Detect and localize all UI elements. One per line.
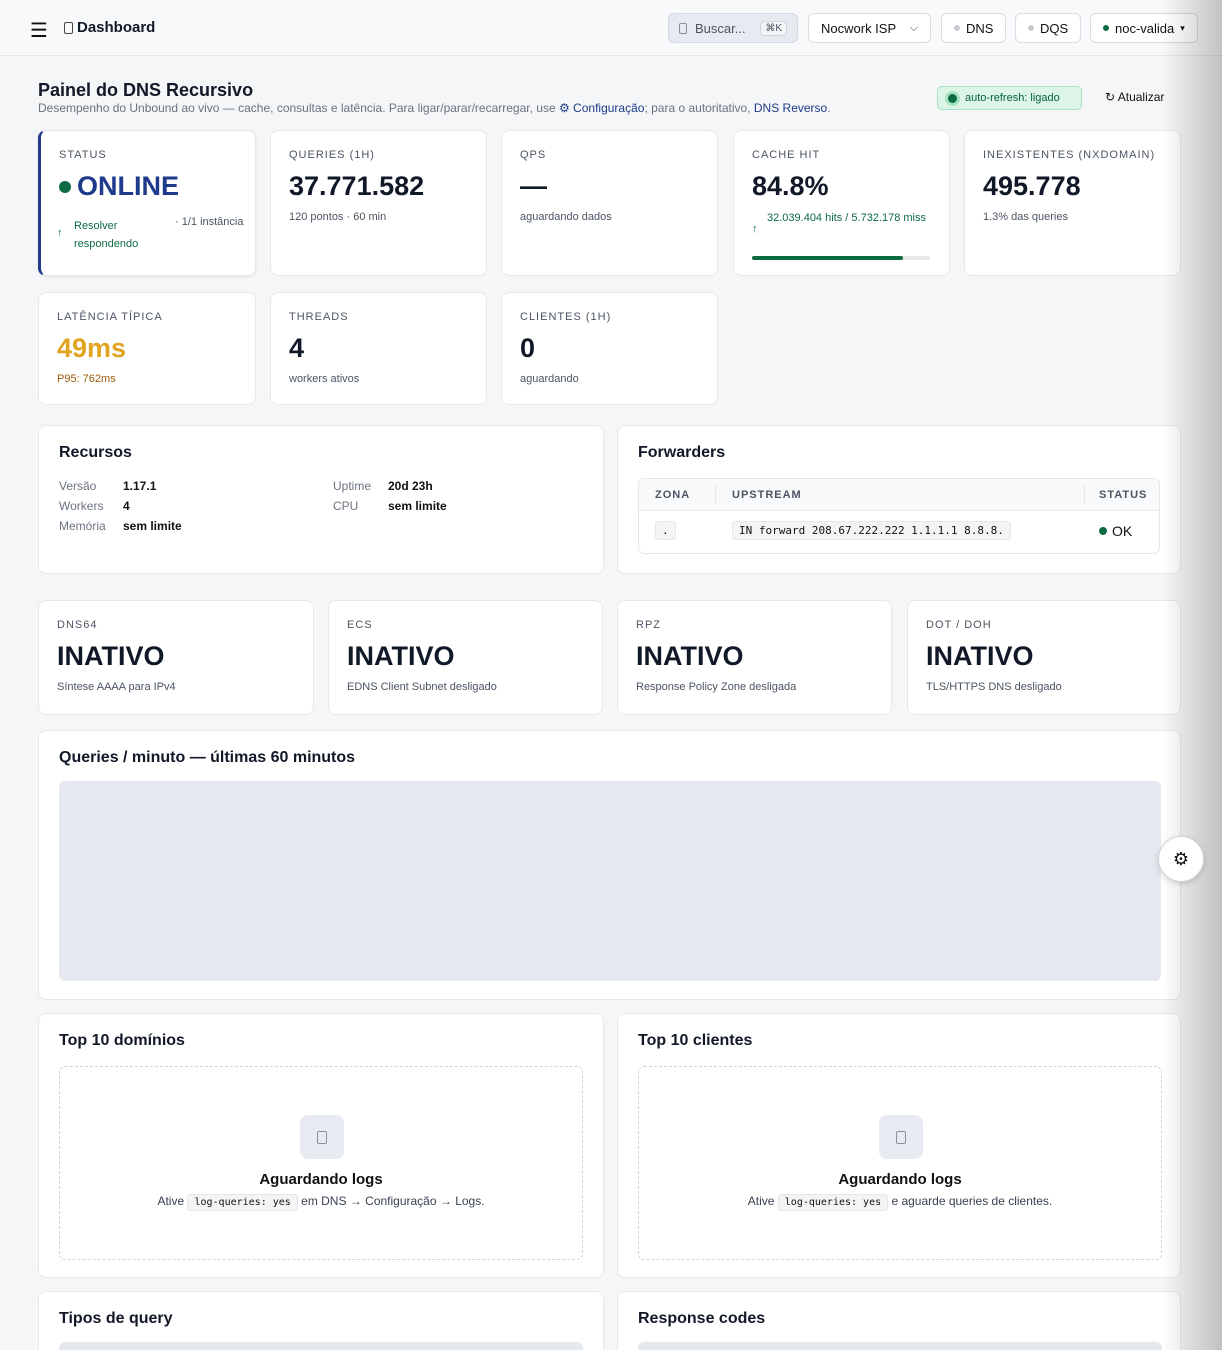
cache-hit-fill bbox=[752, 256, 903, 260]
ok-dot bbox=[1099, 527, 1107, 535]
page-subtitle: Desempenho do Unbound ao vivo — cache, c… bbox=[38, 101, 831, 115]
response-codes-card: Response codes bbox=[617, 1291, 1181, 1350]
cpu-row: CPU sem limite bbox=[333, 499, 447, 513]
queries-chart-card: Queries / minuto — últimas 60 minutos bbox=[38, 730, 1181, 1000]
queries-card: QUERIES (1H) 37.771.582 120 pontos · 60 … bbox=[270, 130, 487, 276]
cache-hit-bar bbox=[752, 256, 930, 260]
status-dot bbox=[1028, 25, 1034, 31]
org-selector[interactable]: Nocwork ISP ⌵ bbox=[808, 13, 931, 43]
page-title: Painel do DNS Recursivo bbox=[38, 80, 254, 100]
threads-value: 4 bbox=[289, 333, 305, 363]
chevron-down-icon: ⌵ bbox=[909, 21, 918, 34]
forwarders-card: Forwarders ZONA UPSTREAM STATUS . IN for… bbox=[617, 425, 1181, 574]
status-sub: Resolver respondendo bbox=[74, 220, 139, 250]
nxdomain-value: 495.778 bbox=[983, 171, 1081, 201]
clients-card: CLIENTES (1H) 0 aguardando bbox=[501, 292, 718, 405]
queries-value: 37.771.582 bbox=[289, 171, 425, 201]
empty-state: Aguardando logs Ative log-queries: yes e… bbox=[638, 1066, 1162, 1260]
up-arrow-icon: ↑ bbox=[57, 227, 63, 239]
search-button[interactable]: Buscar... ⌘K bbox=[668, 13, 798, 43]
empty-state: Aguardando logs Ative log-queries: yes e… bbox=[59, 1066, 583, 1260]
reverse-dns-link[interactable]: DNS Reverso bbox=[754, 101, 827, 115]
up-arrow-icon: ↑ bbox=[752, 223, 758, 235]
gear-icon[interactable]: ⚙ bbox=[1158, 836, 1204, 882]
host-selector[interactable]: noc-valida ▾ bbox=[1090, 13, 1198, 43]
status-card: STATUS ONLINE ↑ Resolver respondendo · 1… bbox=[38, 130, 256, 276]
cache-hit-card: CACHE HIT 84.8% ↑ 32.039.404 hits / 5.73… bbox=[733, 130, 950, 276]
chart-placeholder bbox=[59, 781, 1161, 981]
status-value: ONLINE bbox=[77, 171, 180, 201]
column-divider bbox=[715, 485, 716, 505]
hamburger-icon[interactable]: ☰ bbox=[30, 18, 48, 43]
resources-card: Recursos Versão 1.17.1 Workers 4 Memória se… bbox=[38, 425, 604, 574]
status-dot bbox=[1103, 25, 1109, 31]
shortcut-hint: ⌘K bbox=[760, 20, 787, 36]
status-dot bbox=[954, 25, 960, 31]
search-icon bbox=[679, 22, 687, 34]
top-domains-card: Top 10 domínios Aguardando logs Ative lo… bbox=[38, 1013, 604, 1278]
status-ok: OK bbox=[1099, 523, 1132, 539]
dot-doh-card: DOT / DOH INATIVO TLS/HTTPS DNS desligad… bbox=[907, 600, 1181, 715]
memory-row: Memória sem limite bbox=[59, 519, 182, 533]
dns64-card: DNS64 INATIVO Síntese AAAA para IPv4 bbox=[38, 600, 314, 715]
dashboard-icon bbox=[64, 21, 73, 34]
version-row: Versão 1.17.1 bbox=[59, 479, 157, 493]
workers-row: Workers 4 bbox=[59, 499, 130, 513]
latency-value: 49ms bbox=[57, 333, 127, 363]
online-dot bbox=[59, 180, 71, 193]
live-indicator bbox=[948, 93, 957, 103]
cache-hit-value: 84.8% bbox=[752, 171, 829, 201]
latency-card: LATÊNCIA TÍPICA 49ms P95: 762ms bbox=[38, 292, 256, 405]
threads-card: THREADS 4 workers ativos bbox=[270, 292, 487, 405]
config-code: log-queries: yes bbox=[777, 1194, 889, 1211]
document-icon bbox=[300, 1115, 344, 1159]
top-bar: ☰ Dashboard Buscar... ⌘K Nocwork ISP ⌵ D… bbox=[0, 0, 1222, 56]
instance-count: · 1/1 instância bbox=[175, 216, 244, 228]
table-header: ZONA UPSTREAM STATUS bbox=[639, 479, 1159, 511]
refresh-button[interactable]: ↻ Atualizar bbox=[1105, 90, 1164, 104]
config-code: log-queries: yes bbox=[187, 1194, 298, 1211]
app-title: Dashboard bbox=[64, 19, 155, 36]
chart-placeholder bbox=[59, 1342, 583, 1350]
column-divider bbox=[1084, 485, 1085, 505]
qps-card: QPS — aguardando dados bbox=[501, 130, 718, 276]
nxdomain-card: INEXISTENTES (NXDOMAIN) 495.778 1.3% das… bbox=[964, 130, 1181, 276]
dns-service-button[interactable]: DNS bbox=[941, 13, 1007, 43]
ecs-card: ECS INATIVO EDNS Client Subnet desligado bbox=[328, 600, 603, 715]
rpz-card: RPZ INATIVO Response Policy Zone desliga… bbox=[617, 600, 892, 715]
forwarders-table: ZONA UPSTREAM STATUS . IN forward 208.67… bbox=[638, 478, 1160, 554]
table-row: . IN forward 208.67.222.222 1.1.1.1 8.8.… bbox=[639, 511, 1159, 553]
autorefresh-toggle[interactable]: auto-refresh: ligado bbox=[937, 86, 1082, 110]
uptime-row: Uptime 20d 23h bbox=[333, 479, 433, 493]
document-icon bbox=[879, 1115, 923, 1159]
dqs-service-button[interactable]: DQS bbox=[1015, 13, 1082, 43]
clients-value: 0 bbox=[520, 333, 536, 363]
query-types-card: Tipos de query bbox=[38, 1291, 604, 1350]
chart-placeholder bbox=[638, 1342, 1162, 1350]
caret-down-icon: ▾ bbox=[1180, 22, 1185, 33]
config-link[interactable]: ⚙ Configuração bbox=[559, 101, 644, 115]
qps-value: — bbox=[520, 171, 547, 201]
top-clients-card: Top 10 clientes Aguardando logs Ative lo… bbox=[617, 1013, 1181, 1278]
